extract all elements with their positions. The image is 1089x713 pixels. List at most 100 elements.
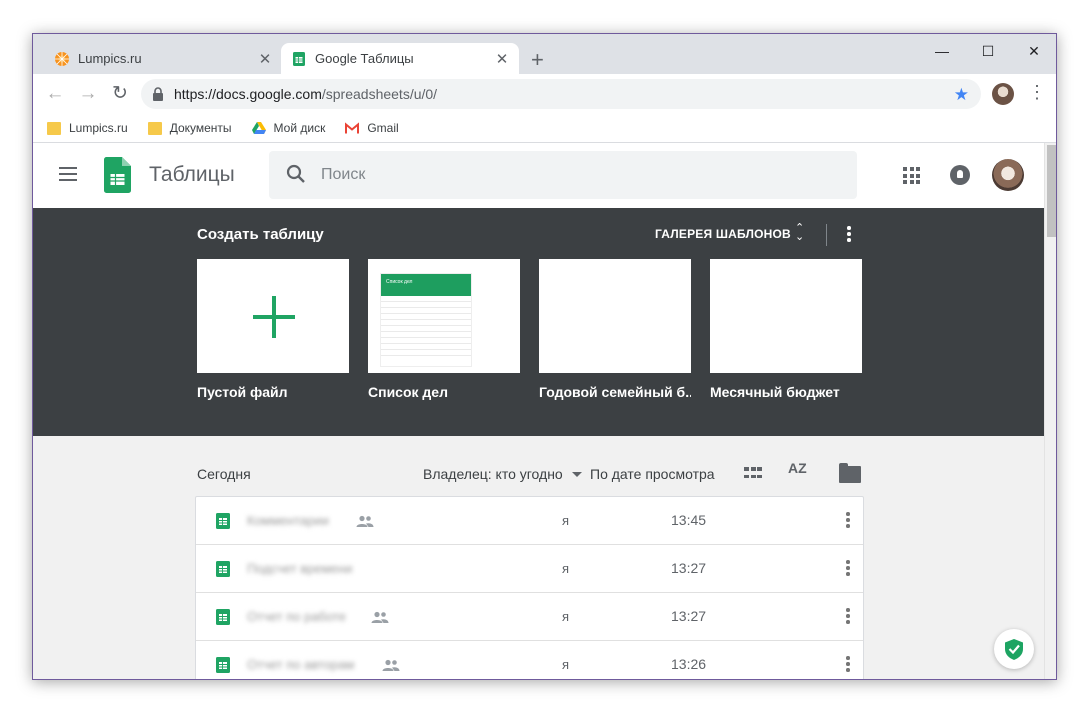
file-owner: я [562,609,570,624]
spreadsheet-file-icon [216,561,230,577]
shared-people-icon [382,659,400,671]
tab-lumpics[interactable]: Lumpics.ru ✕ [44,43,282,74]
expand-collapse-icon[interactable]: ⌃ ⌄ [795,223,804,243]
tab-close-icon[interactable]: ✕ [256,50,274,68]
reload-icon[interactable]: ↻ [108,82,132,106]
bookmark-label: Gmail [367,121,399,135]
more-options-icon[interactable] [845,226,853,244]
plus-icon [253,296,295,338]
bookmark-gmail[interactable]: Gmail [345,121,399,135]
template-gallery: Создать таблицу ГАЛЕРЕЯ ШАБЛОНОВ ⌃ ⌄ Пуст… [33,208,1044,436]
address-bar[interactable]: https://docs.google.com/spreadsheets/u/0… [141,79,981,109]
template-annual-budget[interactable]: Годовой семейный б... [539,259,691,400]
folder-icon [147,121,162,135]
template-thumbnail[interactable] [197,259,349,373]
file-owner: я [562,561,570,576]
page-scrollbar[interactable] [1044,143,1056,679]
shared-people-icon [371,611,389,623]
shield-check-icon [1005,639,1023,660]
create-spreadsheet-heading: Создать таблицу [197,226,324,243]
template-label: Месячный бюджет [710,384,840,400]
file-time: 13:27 [671,608,707,624]
app-header: Таблицы Поиск [33,143,1044,208]
sheets-favicon-icon [293,51,305,66]
template-gallery-button[interactable]: ГАЛЕРЕЯ ШАБЛОНОВ [655,227,791,241]
file-owner: я [562,513,570,528]
bookmark-label: Мой диск [273,121,326,135]
template-thumbnail[interactable] [710,259,862,373]
file-row[interactable]: Комментарии я 13:45 [196,497,863,545]
file-row[interactable]: Отчет по работе я 13:27 [196,593,863,641]
template-thumbnail[interactable] [539,259,691,373]
open-file-picker-icon[interactable] [839,463,861,483]
browser-menu-icon[interactable]: ⋮ [1028,82,1046,103]
owner-filter-dropdown[interactable]: Владелец: кто угодно [423,466,563,482]
file-list: Комментарии я 13:45 Подсчет времени я 13… [195,496,864,679]
app-title: Таблицы [149,163,235,186]
dropdown-caret-icon[interactable] [572,472,582,477]
template-label: Пустой файл [197,384,288,400]
file-name: Отчет по работе [247,609,346,624]
file-name: Комментарии [247,513,329,528]
file-more-icon[interactable] [845,512,851,530]
tab-title: Lumpics.ru [78,51,142,66]
sort-by-viewed-date[interactable]: По дате просмотра [590,466,715,482]
bookmark-documents[interactable]: Документы [147,121,232,135]
forward-arrow-icon[interactable]: → [76,82,100,106]
file-more-icon[interactable] [845,656,851,674]
gmail-icon [345,121,360,133]
profile-avatar[interactable] [992,83,1014,105]
file-row[interactable]: Отчет по авторам я 13:26 [196,641,863,679]
account-avatar[interactable] [992,159,1024,191]
template-blank[interactable]: Пустой файл [197,259,349,400]
url-host: https://docs.google.com [174,86,322,102]
search-bar[interactable]: Поиск [269,151,857,199]
bookmark-lumpics[interactable]: Lumpics.ru [47,121,128,135]
notifications-icon[interactable] [950,165,970,185]
bookmarks-bar: Lumpics.ru Документы Мой диск Gmail [33,114,1056,143]
bookmark-star-icon[interactable]: ★ [954,85,969,105]
adguard-shield-button[interactable] [994,629,1034,669]
browser-toolbar: ← → ↻ https://docs.google.com/spreadshee… [33,74,1056,114]
lock-icon [153,87,163,101]
grid-view-icon[interactable] [744,467,762,481]
sheets-logo-icon [104,157,131,193]
file-more-icon[interactable] [845,608,851,626]
minimize-button[interactable]: — [919,38,965,64]
url-path: /spreadsheets/u/0/ [321,86,438,102]
file-name: Подсчет времени [247,561,353,576]
tab-google-sheets[interactable]: Google Таблицы ✕ [281,43,519,74]
section-today-label: Сегодня [197,466,251,482]
sheets-page: Таблицы Поиск Создать таблицу ГАЛЕРЕЯ ША… [33,143,1044,679]
maximize-button[interactable]: ☐ [965,38,1011,64]
main-menu-icon[interactable] [59,167,79,183]
bookmark-label: Lumpics.ru [69,121,128,135]
scrollbar-thumb[interactable] [1047,145,1056,237]
back-arrow-icon[interactable]: ← [43,82,67,106]
new-tab-button[interactable]: + [531,47,544,73]
divider [826,224,827,246]
template-thumbnail[interactable]: Список дел [368,259,520,373]
file-name: Отчет по авторам [247,657,355,672]
shared-people-icon [356,515,374,527]
file-row[interactable]: Подсчет времени я 13:27 [196,545,863,593]
template-label: Годовой семейный б... [539,384,691,400]
search-placeholder: Поиск [321,166,366,183]
drive-icon [251,121,266,134]
file-more-icon[interactable] [845,560,851,578]
close-window-button[interactable]: ✕ [1011,38,1056,64]
template-monthly-budget[interactable]: Месячный бюджет [710,259,862,400]
spreadsheet-file-icon [216,609,230,625]
lumpics-favicon-icon [55,51,69,66]
template-todo-list[interactable]: Список дел Список дел [368,259,520,400]
folder-icon [47,121,61,135]
bookmark-my-drive[interactable]: Мой диск [251,121,326,135]
spreadsheet-file-icon [216,657,230,673]
tab-close-icon[interactable]: ✕ [493,50,511,68]
apps-grid-icon[interactable] [903,167,920,184]
file-owner: я [562,657,570,672]
file-time: 13:27 [671,560,707,576]
file-time: 13:45 [671,512,707,528]
sort-az-icon[interactable]: AZ [788,460,807,476]
preview-title: Список дел [381,274,471,296]
